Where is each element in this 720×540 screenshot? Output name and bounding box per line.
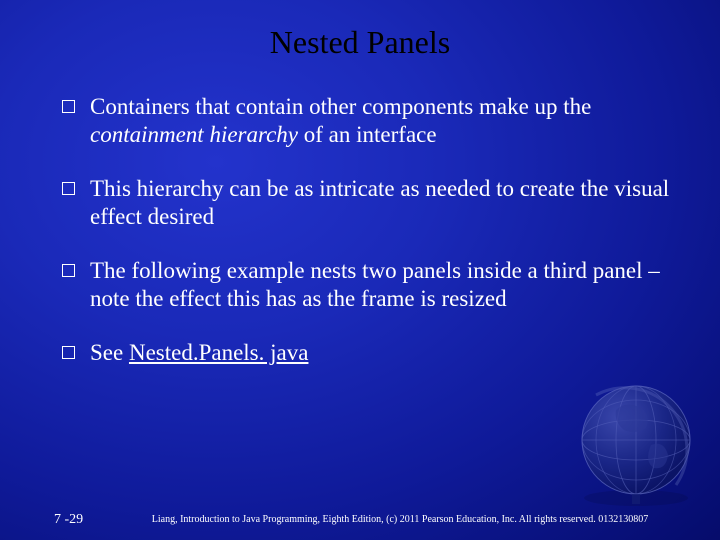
- list-item: Containers that contain other components…: [68, 93, 680, 149]
- footer: 7 -29 Liang, Introduction to Java Progra…: [0, 512, 720, 528]
- bullet-text: of an interface: [298, 122, 437, 147]
- slide-title: Nested Panels: [40, 24, 680, 61]
- list-item: The following example nests two panels i…: [68, 257, 680, 313]
- list-item: This hierarchy can be as intricate as ne…: [68, 175, 680, 231]
- bullet-text: Containers that contain other components…: [90, 94, 591, 119]
- bullet-emphasis: containment hierarchy: [90, 122, 298, 147]
- list-item: See Nested.Panels. java: [68, 339, 680, 367]
- globe-icon: [566, 370, 706, 510]
- slide: Nested Panels Containers that contain ot…: [0, 0, 720, 540]
- copyright-text: Liang, Introduction to Java Programming,…: [140, 514, 720, 526]
- bullet-link: Nested.Panels. java: [129, 340, 308, 365]
- bullet-list: Containers that contain other components…: [40, 93, 680, 367]
- bullet-text: See: [90, 340, 129, 365]
- bullet-text: This hierarchy can be as intricate as ne…: [90, 176, 669, 229]
- bullet-text: The following example nests two panels i…: [90, 258, 660, 311]
- page-number: 7 -29: [0, 512, 140, 528]
